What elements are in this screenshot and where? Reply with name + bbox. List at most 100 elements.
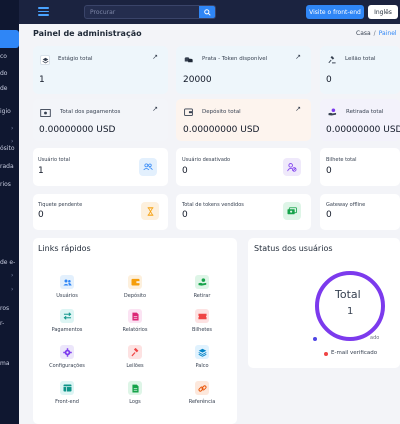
stat-value: 0 [326,166,332,176]
page-title: Painel de administração [33,29,142,38]
stat-label: Gateway offline [326,202,366,208]
quick-link-settings[interactable]: Configurações [40,345,94,369]
users-disabled-card[interactable]: Usuário desativado 0 [176,148,311,186]
money-stack-icon [283,202,301,220]
arrow-up-right-icon[interactable]: ↗ [152,53,158,61]
stat-value: 0.00000000 USD [326,125,400,135]
language-selector[interactable]: Inglês [368,5,398,19]
ring-label: Total [335,288,361,301]
quick-link-logs[interactable]: Logs [108,381,162,405]
tickets-pending-card[interactable]: Tiquete pendente 0 [33,194,168,230]
token-available-card[interactable]: Prata - Token disponível ↗ 20000 [176,46,311,94]
stat-value: 1 [39,75,45,85]
gavel-icon [327,55,337,65]
arrow-up-right-icon[interactable]: ↗ [295,105,301,113]
hand-money-icon [327,107,337,117]
quick-link-reports[interactable]: Relatórios [108,309,162,333]
sidebar-item-label[interactable]: ma [0,360,10,367]
legend-dot-active [313,337,317,341]
quick-link-label: Palco [195,363,209,369]
ticket-icon [195,309,209,323]
sidebar-item-label[interactable]: de e- [0,259,15,266]
sidebar: co do de igio › › ósito rada rios de e- … [0,0,19,424]
sidebar-item-label[interactable]: r- [0,320,4,327]
withdraw-total-card[interactable]: Retirada total 0.00000000 USD [320,99,400,141]
stat-value: 0 [326,210,332,220]
quick-link-label: Bilhetes [191,327,213,333]
legend-dot-email [324,352,328,356]
chevron-right-icon: › [11,138,14,145]
breadcrumb-separator: / [373,30,376,37]
tokens-sold-card[interactable]: Total de tokens vendidos 0 [176,194,311,230]
search-button[interactable] [199,6,215,18]
visit-frontend-button[interactable]: Visite o front-end [306,5,364,19]
sidebar-item-label[interactable]: rada [0,163,14,170]
link-icon [195,381,209,395]
hourglass-icon [141,202,159,220]
chevron-right-icon: › [11,272,14,279]
stat-label: Total de tokens vendidos [182,202,244,208]
quick-link-auctions[interactable]: Leilões [108,345,162,369]
user-block-icon [283,158,301,176]
quick-link-label: Pagamentos [51,327,83,333]
layers-icon [40,55,50,65]
auction-total-card[interactable]: Leilão total 0 [320,46,400,94]
stat-value: 0 [326,75,332,85]
menu-icon[interactable] [38,7,49,16]
layers-icon [195,345,209,359]
quick-link-frontend[interactable]: Front-end [40,381,94,405]
gavel-icon [128,345,142,359]
stat-value: 0 [38,210,44,220]
quick-link-deposit[interactable]: Depósito [108,275,162,299]
sidebar-item-label[interactable]: do [0,70,7,77]
transfer-icon [60,309,74,323]
stat-label: Tiquete pendente [38,202,83,208]
stat-label: Bilhete total [326,157,357,163]
search-box [84,5,216,19]
gateway-offline-card[interactable]: Gateway offline 0 [320,194,400,230]
sidebar-item-dashboard[interactable] [0,30,19,48]
users-total-card[interactable]: Usuário total 1 [33,148,168,186]
quick-link-users[interactable]: Usuários [40,275,94,299]
legend-partial-label: ado [370,335,380,341]
breadcrumb-current: Painel [378,30,397,37]
users-icon [60,275,74,289]
stat-value: 20000 [183,75,212,85]
arrow-up-right-icon[interactable]: ↗ [152,105,158,113]
hand-money-icon [195,275,209,289]
user-status-panel: Status dos usuários Total 1 ado E-mail v… [248,238,400,368]
wallet-icon [183,107,193,117]
user-status-ring [315,271,385,341]
search-input[interactable] [85,6,199,18]
quick-link-label: Depósito [123,293,147,299]
quick-link-label: Retirar [193,293,211,299]
stage-total-card[interactable]: Estágio total ↗ 1 [33,46,168,94]
sidebar-item-label[interactable]: ósito [0,145,15,152]
stat-label: Prata - Token disponível [202,56,268,62]
sidebar-item-label[interactable]: igio [0,108,11,115]
breadcrumb-home[interactable]: Casa [356,30,371,37]
topbar: Visite o front-end Inglês [0,0,400,24]
users-icon [139,158,157,176]
quick-link-withdraw[interactable]: Retirar [175,275,229,299]
quick-link-stage[interactable]: Palco [175,345,229,369]
payments-total-card[interactable]: Total dos pagamentos ↗ 0.00000000 USD [33,99,168,141]
tickets-total-card[interactable]: Bilhete total 0 [320,148,400,186]
search-icon [203,8,211,16]
quick-link-tickets[interactable]: Bilhetes [175,309,229,333]
quick-link-referral[interactable]: Referência [175,381,229,405]
quick-links-panel: Links rápidos Usuários Depósito Retirar … [33,238,237,424]
wallet-icon [128,275,142,289]
sidebar-item-label[interactable]: rios [0,181,11,188]
breadcrumb: Casa / Painel [356,30,397,37]
stat-value: 0 [182,210,188,220]
quick-link-label: Referência [188,399,216,405]
sidebar-item-label[interactable]: de [0,85,8,92]
sidebar-item-label[interactable]: co [0,53,7,60]
quick-link-label: Logs [129,399,141,405]
quick-link-payments[interactable]: Pagamentos [40,309,94,333]
quick-link-label: Usuários [56,293,78,299]
arrow-up-right-icon[interactable]: ↗ [295,53,301,61]
sidebar-item-label[interactable]: ros [0,305,9,312]
deposit-total-card[interactable]: Depósito total ↗ 0.00000000 USD [176,99,311,141]
